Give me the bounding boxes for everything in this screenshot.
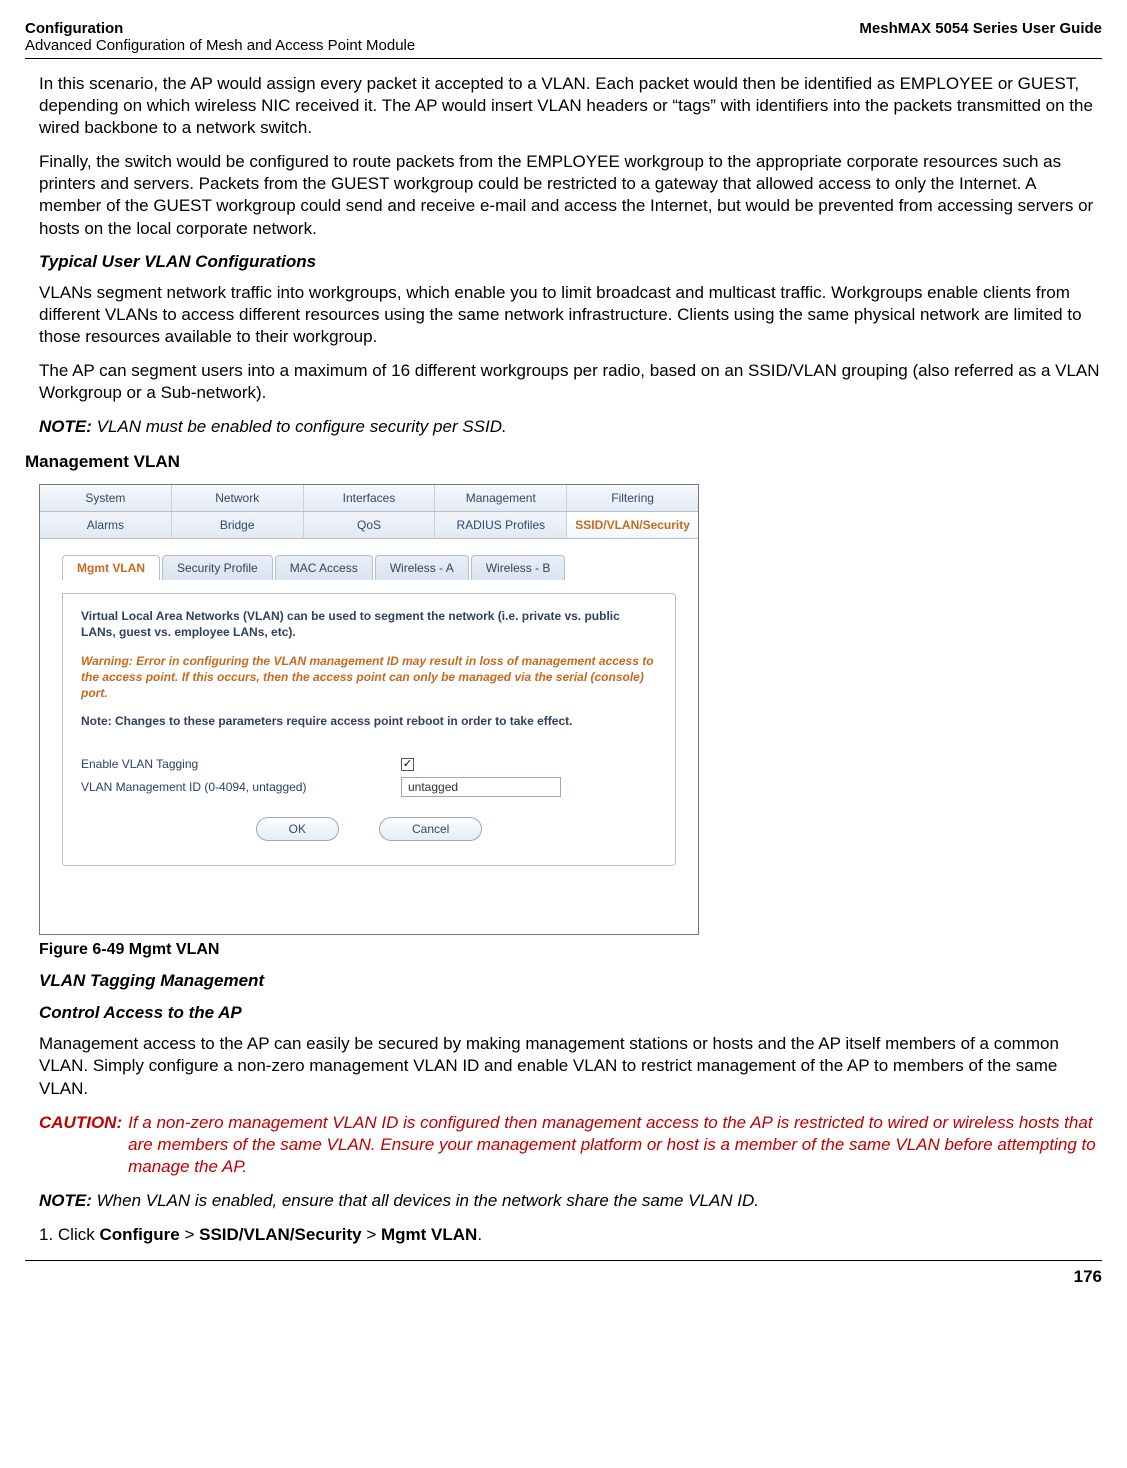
footer-rule <box>25 1260 1102 1261</box>
step-1-ssid-vlan-security: SSID/VLAN/Security <box>199 1225 362 1244</box>
panel-warning: Warning: Error in configuring the VLAN m… <box>81 653 657 702</box>
ok-button[interactable]: OK <box>256 817 339 841</box>
mgmt-vlan-panel: Virtual Local Area Networks (VLAN) can b… <box>62 593 676 866</box>
tab-network[interactable]: Network <box>172 485 304 511</box>
tab-ssid-vlan-security[interactable]: SSID/VLAN/Security <box>567 512 698 538</box>
tab-management[interactable]: Management <box>435 485 567 511</box>
header-right: MeshMAX 5054 Series User Guide <box>859 20 1102 37</box>
subtab-mgmt-vlan[interactable]: Mgmt VLAN <box>62 555 160 580</box>
subtab-security-profile[interactable]: Security Profile <box>162 555 273 580</box>
cancel-button[interactable]: Cancel <box>379 817 482 841</box>
step-1: 1. Click Configure > SSID/VLAN/Security … <box>39 1224 1102 1246</box>
note-label: NOTE: <box>39 417 92 436</box>
row-vlan-management-id: VLAN Management ID (0-4094, untagged) un… <box>81 777 657 797</box>
heading-typical-vlan: Typical User VLAN Configurations <box>39 252 1102 272</box>
caution-block: CAUTION: If a non-zero management VLAN I… <box>39 1112 1102 1178</box>
button-row: OK Cancel <box>81 817 657 841</box>
subtab-mac-access[interactable]: MAC Access <box>275 555 373 580</box>
page-header: Configuration Advanced Configuration of … <box>25 20 1102 58</box>
tab-qos[interactable]: QoS <box>304 512 436 538</box>
paragraph-switch: Finally, the switch would be configured … <box>39 151 1102 239</box>
tab-system[interactable]: System <box>40 485 172 511</box>
tab-row-2: Alarms Bridge QoS RADIUS Profiles SSID/V… <box>40 512 698 539</box>
paragraph-vlans-segment: VLANs segment network traffic into workg… <box>39 282 1102 348</box>
note-vlan-id-share: NOTE: When VLAN is enabled, ensure that … <box>39 1190 1102 1212</box>
paragraph-management-access: Management access to the AP can easily b… <box>39 1033 1102 1099</box>
label-enable-vlan-tagging: Enable VLAN Tagging <box>81 757 401 771</box>
step-1-prefix: 1. Click <box>39 1225 99 1244</box>
tab-alarms[interactable]: Alarms <box>40 512 172 538</box>
tab-row-1: System Network Interfaces Management Fil… <box>40 485 698 512</box>
mgmt-vlan-screenshot: System Network Interfaces Management Fil… <box>39 484 699 935</box>
label-vlan-management-id: VLAN Management ID (0-4094, untagged) <box>81 780 401 794</box>
panel-description: Virtual Local Area Networks (VLAN) can b… <box>81 608 657 640</box>
paragraph-scenario: In this scenario, the AP would assign ev… <box>39 73 1102 139</box>
page-number: 176 <box>25 1267 1102 1287</box>
subtab-row: Mgmt VLAN Security Profile MAC Access Wi… <box>62 555 676 580</box>
header-rule <box>25 58 1102 59</box>
panel-footer-space <box>62 866 676 926</box>
header-subtitle: Advanced Configuration of Mesh and Acces… <box>25 37 415 54</box>
note2-text: When VLAN is enabled, ensure that all de… <box>97 1191 759 1210</box>
panel-note: Note: Changes to these parameters requir… <box>81 713 657 729</box>
heading-control-access: Control Access to the AP <box>39 1003 1102 1023</box>
heading-vlan-tagging-management: VLAN Tagging Management <box>39 971 1102 991</box>
tab-bridge[interactable]: Bridge <box>172 512 304 538</box>
figure-caption: Figure 6-49 Mgmt VLAN <box>39 941 1102 959</box>
tab-interfaces[interactable]: Interfaces <box>304 485 436 511</box>
note-text: VLAN must be enabled to configure securi… <box>97 417 507 436</box>
tab-content: Mgmt VLAN Security Profile MAC Access Wi… <box>40 539 698 934</box>
step-1-configure: Configure <box>99 1225 179 1244</box>
header-left: Configuration Advanced Configuration of … <box>25 20 415 54</box>
note-vlan-enable: NOTE: VLAN must be enabled to configure … <box>39 416 1102 438</box>
heading-management-vlan: Management VLAN <box>25 452 1102 472</box>
checkbox-enable-vlan-tagging[interactable]: ✓ <box>401 758 414 771</box>
paragraph-ap-segment: The AP can segment users into a maximum … <box>39 360 1102 404</box>
subtab-wireless-a[interactable]: Wireless - A <box>375 555 469 580</box>
header-title: Configuration <box>25 20 415 37</box>
row-enable-vlan-tagging: Enable VLAN Tagging ✓ <box>81 757 657 771</box>
caution-label: CAUTION: <box>39 1113 122 1132</box>
input-vlan-management-id[interactable]: untagged <box>401 777 561 797</box>
step-1-suffix: . <box>477 1225 482 1244</box>
caution-text: If a non-zero management VLAN ID is conf… <box>128 1113 1096 1176</box>
note2-label: NOTE: <box>39 1191 92 1210</box>
step-1-gt2: > <box>362 1225 381 1244</box>
subtab-wireless-b[interactable]: Wireless - B <box>471 555 566 580</box>
step-1-gt1: > <box>180 1225 199 1244</box>
step-1-mgmt-vlan: Mgmt VLAN <box>381 1225 477 1244</box>
tab-radius-profiles[interactable]: RADIUS Profiles <box>435 512 567 538</box>
tab-filtering[interactable]: Filtering <box>567 485 698 511</box>
